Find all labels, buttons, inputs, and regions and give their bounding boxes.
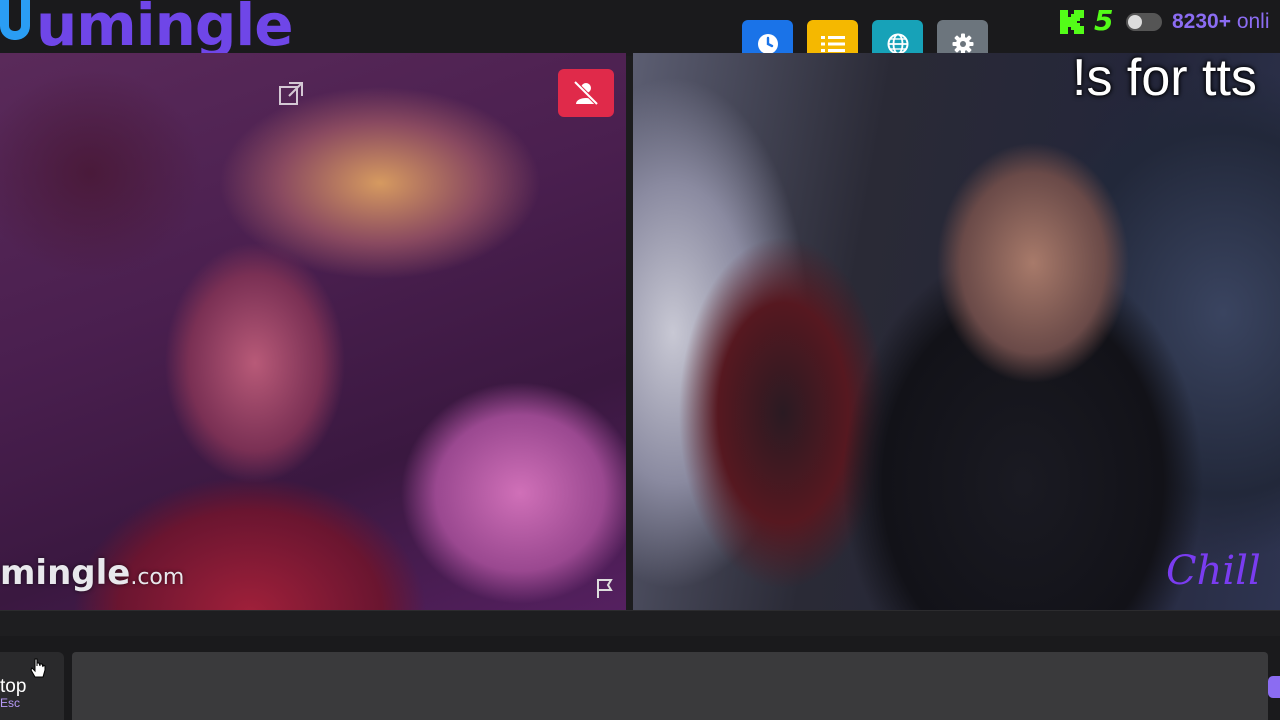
toggle-knob xyxy=(1128,15,1142,29)
esc-hint: Esc xyxy=(0,696,21,710)
camera-off-button[interactable] xyxy=(558,69,614,117)
globe-icon xyxy=(887,33,908,54)
logo-mark-icon xyxy=(0,0,30,40)
logo-text: umingle xyxy=(36,0,294,59)
list-icon xyxy=(820,35,845,52)
watermark-main: mingle xyxy=(0,553,131,593)
user-slash-icon xyxy=(573,81,599,105)
video-watermark: mingle.com xyxy=(0,553,184,593)
gear-icon xyxy=(952,33,973,54)
stop-label: top xyxy=(0,676,27,697)
divider-bar xyxy=(0,610,1280,637)
mouse-cursor-icon xyxy=(30,658,46,678)
online-count: 8230+ onli xyxy=(1172,10,1270,34)
clock-icon xyxy=(757,33,778,54)
kick-count: 5 xyxy=(1094,4,1114,37)
umingle-logo[interactable]: umingle xyxy=(0,0,294,59)
side-panel-icon[interactable] xyxy=(1268,676,1280,698)
online-number: 8230+ xyxy=(1172,10,1231,33)
flag-icon[interactable] xyxy=(594,577,616,599)
online-suffix: onli xyxy=(1236,10,1270,33)
chat-input[interactable] xyxy=(72,652,1268,720)
theme-toggle[interactable] xyxy=(1126,13,1162,31)
tts-overlay-text: !s for tts xyxy=(1072,49,1257,107)
watermark-domain: .com xyxy=(130,565,185,590)
popout-icon[interactable] xyxy=(276,79,306,109)
local-video: mingle.com xyxy=(0,53,626,610)
kick-icon xyxy=(1060,10,1084,34)
remote-video xyxy=(633,53,1280,610)
stream-brand-overlay: Chill xyxy=(1166,548,1261,594)
